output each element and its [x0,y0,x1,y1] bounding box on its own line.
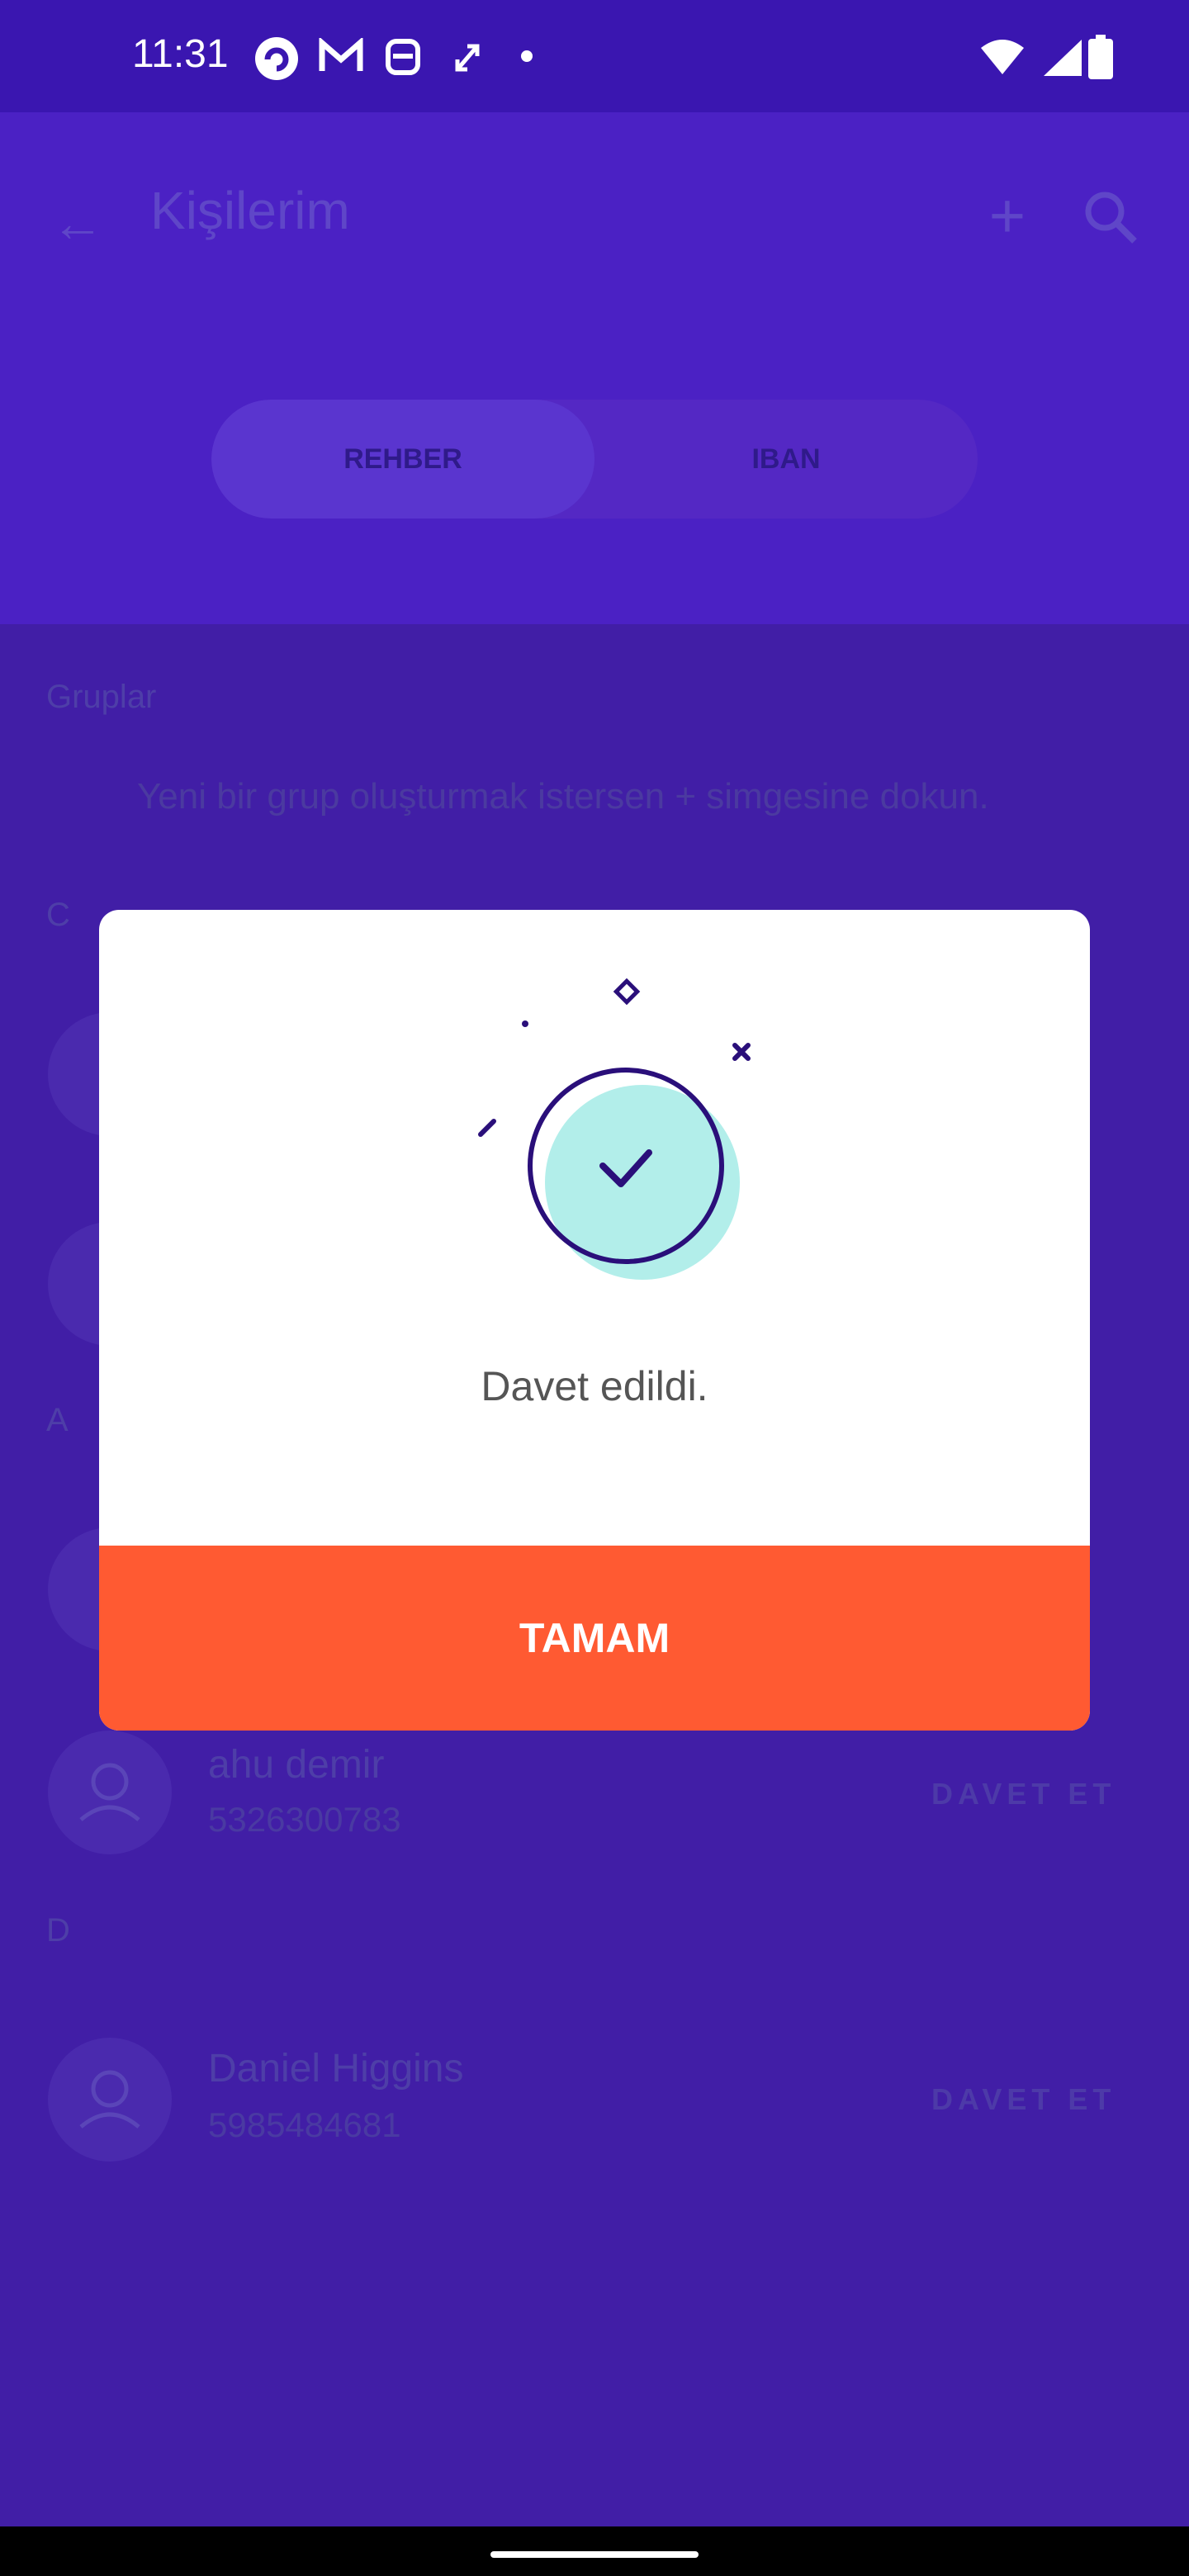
security-icon [386,39,420,75]
tab-rehber[interactable]: REHBER [211,400,594,519]
battery-icon [1088,35,1113,79]
avatar [48,1731,172,1854]
dot-icon [521,50,533,62]
groups-empty-text: Yeni bir grup oluşturmak istersen + simg… [137,776,989,817]
signal-icon [1044,40,1082,76]
contact-phone: 5985484681 [208,2105,401,2144]
tab-iban[interactable]: IBAN [594,400,978,519]
segmented-tabs: REHBER IBAN [211,400,978,519]
home-handle[interactable] [490,2551,699,2558]
ok-button[interactable]: TAMAM [99,1546,1090,1731]
search-icon[interactable] [1082,188,1139,246]
tab-rehber-label: REHBER [343,443,462,475]
status-bar: 11:31 [0,0,1189,112]
avatar [48,2038,172,2162]
section-letter-a: A [46,1402,69,1438]
contact-name: Daniel Higgins [208,2047,464,2091]
back-arrow-icon[interactable]: ← [51,190,117,256]
invite-button[interactable]: DAVET ET [931,1777,1116,1811]
person-icon [79,1763,140,1821]
contact-phone: 5326300783 [208,1800,401,1839]
page-title: Kişilerim [150,181,350,240]
gmail-icon [319,38,363,71]
success-dialog: Davet edildi. TAMAM [99,910,1090,1731]
invite-button[interactable]: DAVET ET [931,2082,1116,2117]
app-icon [255,37,298,80]
person-icon [79,2070,140,2129]
success-check-icon [478,978,751,1280]
section-letter-c: C [46,897,70,933]
section-letter-d: D [46,1912,70,1949]
add-icon[interactable]: + [974,183,1040,249]
groups-section-label: Gruplar [46,679,157,715]
status-time: 11:31 [132,32,229,76]
transfer-icon [455,44,480,72]
dialog-message: Davet edildi. [481,1363,708,1409]
wifi-icon [981,40,1024,74]
contact-name: ahu demir [208,1743,385,1787]
